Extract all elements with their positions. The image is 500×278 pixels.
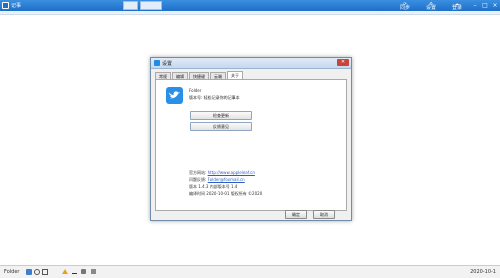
lock-icon[interactable] [42, 269, 48, 275]
version-info: 版本 1.4.3 内部版本号 1.4 [189, 184, 238, 189]
email-row: 问题反馈: Folder@foxmail.cn [189, 177, 245, 183]
toolbar-tab-1[interactable] [123, 1, 138, 10]
settings-button[interactable]: ⚙ 设置 [418, 0, 444, 11]
maximize-button[interactable]: □ [480, 0, 490, 11]
ok-button[interactable]: 确定 [285, 210, 307, 219]
cancel-button[interactable]: 取消 [313, 210, 335, 219]
website-row: 官方网站: http://www.appleleaf.cn [189, 170, 255, 176]
website-link[interactable]: http://www.appleleaf.cn [208, 170, 255, 175]
toolbar-tab-2[interactable] [140, 1, 162, 10]
warning-icon[interactable] [62, 269, 68, 274]
build-info: 编译时间 2020-10-01 版权所有 ©2020 [189, 191, 263, 196]
dialog-close-button[interactable]: ✕ [337, 59, 349, 66]
app-logo-icon [2, 2, 9, 9]
about-panel: Folder 版本号: 轻松记录你的记事本 检查更新 反馈意见 官方网站: ht… [155, 79, 347, 211]
email-link[interactable]: Folder@foxmail.cn [208, 177, 245, 182]
dialog-title-bar: 设置 ✕ [151, 58, 351, 69]
feedback-button[interactable]: 反馈意见 [190, 122, 252, 131]
status-bar: Folder 2020-10-1 [0, 265, 500, 278]
close-button[interactable]: × [490, 0, 500, 11]
sync-button[interactable]: ⟳ 同步 [392, 0, 418, 11]
website-label: 官方网站: [189, 170, 207, 175]
about-description: 版本号: 轻松记录你的记事本 [189, 95, 240, 100]
app-logo [166, 87, 183, 104]
calendar-icon[interactable] [91, 269, 96, 274]
minimize-button[interactable]: – [470, 0, 480, 11]
dialog-tabs: 常规 编辑 快捷键 云端 关于 [155, 71, 244, 80]
about-app-name: Folder [189, 88, 202, 93]
settings-dialog: 设置 ✕ 常规 编辑 快捷键 云端 关于 Folder 版本号: 轻松记录你的记… [150, 57, 352, 221]
login-button[interactable]: ☁ 登录 [444, 0, 470, 11]
bird-icon [169, 91, 180, 99]
app-title: 记事 [11, 3, 22, 9]
user-icon[interactable] [26, 269, 32, 275]
image-icon[interactable] [81, 269, 86, 274]
status-date: 2020-10-1 [470, 269, 496, 275]
status-label: Folder [4, 269, 20, 275]
toolbar-strip [0, 11, 500, 15]
dialog-title: 设置 [162, 61, 173, 67]
minus-icon[interactable] [72, 273, 77, 274]
check-update-button[interactable]: 检查更新 [190, 111, 252, 120]
dialog-app-icon [154, 60, 160, 66]
email-label: 问题反馈: [189, 177, 207, 182]
refresh-icon[interactable] [34, 269, 40, 275]
